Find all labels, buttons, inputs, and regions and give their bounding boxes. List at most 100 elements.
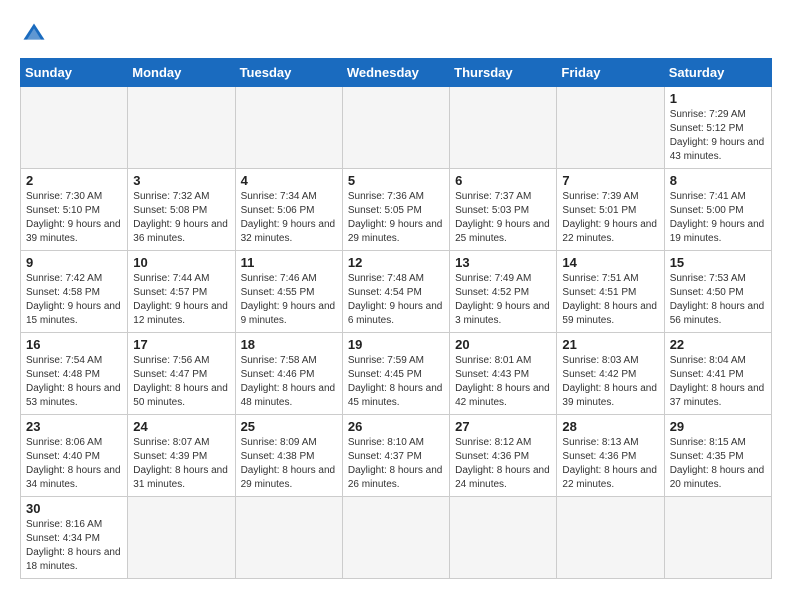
day-info: Sunrise: 7:51 AM Sunset: 4:51 PM Dayligh… bbox=[562, 272, 658, 328]
table-row: 18Sunrise: 7:58 AM Sunset: 4:46 PM Dayli… bbox=[235, 333, 342, 415]
day-number: 27 bbox=[455, 419, 551, 434]
weekday-header-friday: Friday bbox=[557, 59, 664, 87]
table-row: 26 Sunrise: 8:10 AM Sunset: 4:37 PM Dayli… bbox=[342, 415, 449, 497]
day-number: 11 bbox=[241, 255, 337, 270]
weekday-header-wednesday: Wednesday bbox=[342, 59, 449, 87]
day-info: Sunrise: 7:56 AM Sunset: 4:47 PM Dayligh… bbox=[133, 354, 229, 410]
table-row bbox=[557, 87, 664, 169]
table-row bbox=[557, 497, 664, 579]
calendar-week-row: 9 Sunrise: 7:42 AM Sunset: 4:58 PM Daylig… bbox=[21, 251, 772, 333]
day-info: Sunrise: 7:53 AM Sunset: 4:50 PM Dayligh… bbox=[670, 272, 766, 328]
day-info: Sunrise: 7:36 AM Sunset: 5:05 PM Dayligh… bbox=[348, 190, 444, 246]
day-number: 14 bbox=[562, 255, 658, 270]
day-info: Sunrise: 7:59 AM Sunset: 4:45 PM Dayligh… bbox=[348, 354, 444, 410]
table-row: 11Sunrise: 7:46 AM Sunset: 4:55 PM Dayli… bbox=[235, 251, 342, 333]
calendar-week-row: 1 Sunrise: 7:29 AM Sunset: 5:12 PM Daylig… bbox=[21, 87, 772, 169]
day-number: 12 bbox=[348, 255, 444, 270]
table-row: 25 Sunrise: 8:09 AM Sunset: 4:38 PM Dayli… bbox=[235, 415, 342, 497]
day-number: 13 bbox=[455, 255, 551, 270]
day-info: Sunrise: 8:07 AM Sunset: 4:39 PM Dayligh… bbox=[133, 436, 229, 492]
table-row bbox=[128, 497, 235, 579]
weekday-header-row: SundayMondayTuesdayWednesdayThursdayFrid… bbox=[21, 59, 772, 87]
day-info: Sunrise: 7:34 AM Sunset: 5:06 PM Dayligh… bbox=[241, 190, 337, 246]
table-row: 9 Sunrise: 7:42 AM Sunset: 4:58 PM Daylig… bbox=[21, 251, 128, 333]
table-row bbox=[450, 87, 557, 169]
table-row bbox=[342, 497, 449, 579]
day-number: 20 bbox=[455, 337, 551, 352]
header bbox=[20, 20, 772, 48]
logo-icon bbox=[20, 20, 48, 48]
table-row: 24 Sunrise: 8:07 AM Sunset: 4:39 PM Dayli… bbox=[128, 415, 235, 497]
day-info: Sunrise: 7:49 AM Sunset: 4:52 PM Dayligh… bbox=[455, 272, 551, 328]
day-info: Sunrise: 7:44 AM Sunset: 4:57 PM Dayligh… bbox=[133, 272, 229, 328]
logo bbox=[20, 20, 52, 48]
table-row: 30Sunrise: 8:16 AM Sunset: 4:34 PM Dayli… bbox=[21, 497, 128, 579]
day-info: Sunrise: 7:30 AM Sunset: 5:10 PM Dayligh… bbox=[26, 190, 122, 246]
day-number: 1 bbox=[670, 91, 766, 106]
weekday-header-sunday: Sunday bbox=[21, 59, 128, 87]
calendar-week-row: 30Sunrise: 8:16 AM Sunset: 4:34 PM Dayli… bbox=[21, 497, 772, 579]
day-info: Sunrise: 8:03 AM Sunset: 4:42 PM Dayligh… bbox=[562, 354, 658, 410]
day-number: 5 bbox=[348, 173, 444, 188]
day-number: 30 bbox=[26, 501, 122, 516]
day-info: Sunrise: 8:04 AM Sunset: 4:41 PM Dayligh… bbox=[670, 354, 766, 410]
weekday-header-tuesday: Tuesday bbox=[235, 59, 342, 87]
table-row: 27 Sunrise: 8:12 AM Sunset: 4:36 PM Dayli… bbox=[450, 415, 557, 497]
table-row: 5 Sunrise: 7:36 AM Sunset: 5:05 PM Daylig… bbox=[342, 169, 449, 251]
table-row bbox=[342, 87, 449, 169]
day-number: 25 bbox=[241, 419, 337, 434]
table-row: 22Sunrise: 8:04 AM Sunset: 4:41 PM Dayli… bbox=[664, 333, 771, 415]
table-row: 6 Sunrise: 7:37 AM Sunset: 5:03 PM Daylig… bbox=[450, 169, 557, 251]
table-row bbox=[128, 87, 235, 169]
day-number: 17 bbox=[133, 337, 229, 352]
day-info: Sunrise: 8:09 AM Sunset: 4:38 PM Dayligh… bbox=[241, 436, 337, 492]
day-info: Sunrise: 7:37 AM Sunset: 5:03 PM Dayligh… bbox=[455, 190, 551, 246]
table-row: 10Sunrise: 7:44 AM Sunset: 4:57 PM Dayli… bbox=[128, 251, 235, 333]
calendar-week-row: 23Sunrise: 8:06 AM Sunset: 4:40 PM Dayli… bbox=[21, 415, 772, 497]
table-row bbox=[235, 87, 342, 169]
day-info: Sunrise: 7:41 AM Sunset: 5:00 PM Dayligh… bbox=[670, 190, 766, 246]
day-info: Sunrise: 7:39 AM Sunset: 5:01 PM Dayligh… bbox=[562, 190, 658, 246]
calendar-week-row: 2Sunrise: 7:30 AM Sunset: 5:10 PM Daylig… bbox=[21, 169, 772, 251]
table-row: 7 Sunrise: 7:39 AM Sunset: 5:01 PM Daylig… bbox=[557, 169, 664, 251]
table-row bbox=[450, 497, 557, 579]
table-row bbox=[235, 497, 342, 579]
day-number: 29 bbox=[670, 419, 766, 434]
day-info: Sunrise: 7:29 AM Sunset: 5:12 PM Dayligh… bbox=[670, 108, 766, 164]
day-info: Sunrise: 7:58 AM Sunset: 4:46 PM Dayligh… bbox=[241, 354, 337, 410]
table-row: 29Sunrise: 8:15 AM Sunset: 4:35 PM Dayli… bbox=[664, 415, 771, 497]
day-number: 19 bbox=[348, 337, 444, 352]
day-number: 6 bbox=[455, 173, 551, 188]
table-row: 2Sunrise: 7:30 AM Sunset: 5:10 PM Daylig… bbox=[21, 169, 128, 251]
day-number: 21 bbox=[562, 337, 658, 352]
day-info: Sunrise: 8:01 AM Sunset: 4:43 PM Dayligh… bbox=[455, 354, 551, 410]
table-row bbox=[21, 87, 128, 169]
day-info: Sunrise: 7:54 AM Sunset: 4:48 PM Dayligh… bbox=[26, 354, 122, 410]
table-row: 21 Sunrise: 8:03 AM Sunset: 4:42 PM Dayli… bbox=[557, 333, 664, 415]
weekday-header-thursday: Thursday bbox=[450, 59, 557, 87]
day-number: 16 bbox=[26, 337, 122, 352]
day-number: 9 bbox=[26, 255, 122, 270]
day-info: Sunrise: 8:12 AM Sunset: 4:36 PM Dayligh… bbox=[455, 436, 551, 492]
table-row bbox=[664, 497, 771, 579]
day-info: Sunrise: 7:42 AM Sunset: 4:58 PM Dayligh… bbox=[26, 272, 122, 328]
day-number: 7 bbox=[562, 173, 658, 188]
table-row: 16 Sunrise: 7:54 AM Sunset: 4:48 PM Dayli… bbox=[21, 333, 128, 415]
day-number: 23 bbox=[26, 419, 122, 434]
table-row: 20 Sunrise: 8:01 AM Sunset: 4:43 PM Dayli… bbox=[450, 333, 557, 415]
day-info: Sunrise: 8:13 AM Sunset: 4:36 PM Dayligh… bbox=[562, 436, 658, 492]
table-row: 19 Sunrise: 7:59 AM Sunset: 4:45 PM Dayli… bbox=[342, 333, 449, 415]
day-number: 26 bbox=[348, 419, 444, 434]
table-row: 14 Sunrise: 7:51 AM Sunset: 4:51 PM Dayli… bbox=[557, 251, 664, 333]
calendar-week-row: 16 Sunrise: 7:54 AM Sunset: 4:48 PM Dayli… bbox=[21, 333, 772, 415]
calendar: SundayMondayTuesdayWednesdayThursdayFrid… bbox=[20, 58, 772, 579]
day-number: 3 bbox=[133, 173, 229, 188]
day-number: 8 bbox=[670, 173, 766, 188]
weekday-header-saturday: Saturday bbox=[664, 59, 771, 87]
day-number: 24 bbox=[133, 419, 229, 434]
day-number: 15 bbox=[670, 255, 766, 270]
table-row: 3Sunrise: 7:32 AM Sunset: 5:08 PM Daylig… bbox=[128, 169, 235, 251]
day-info: Sunrise: 8:10 AM Sunset: 4:37 PM Dayligh… bbox=[348, 436, 444, 492]
weekday-header-monday: Monday bbox=[128, 59, 235, 87]
day-number: 4 bbox=[241, 173, 337, 188]
